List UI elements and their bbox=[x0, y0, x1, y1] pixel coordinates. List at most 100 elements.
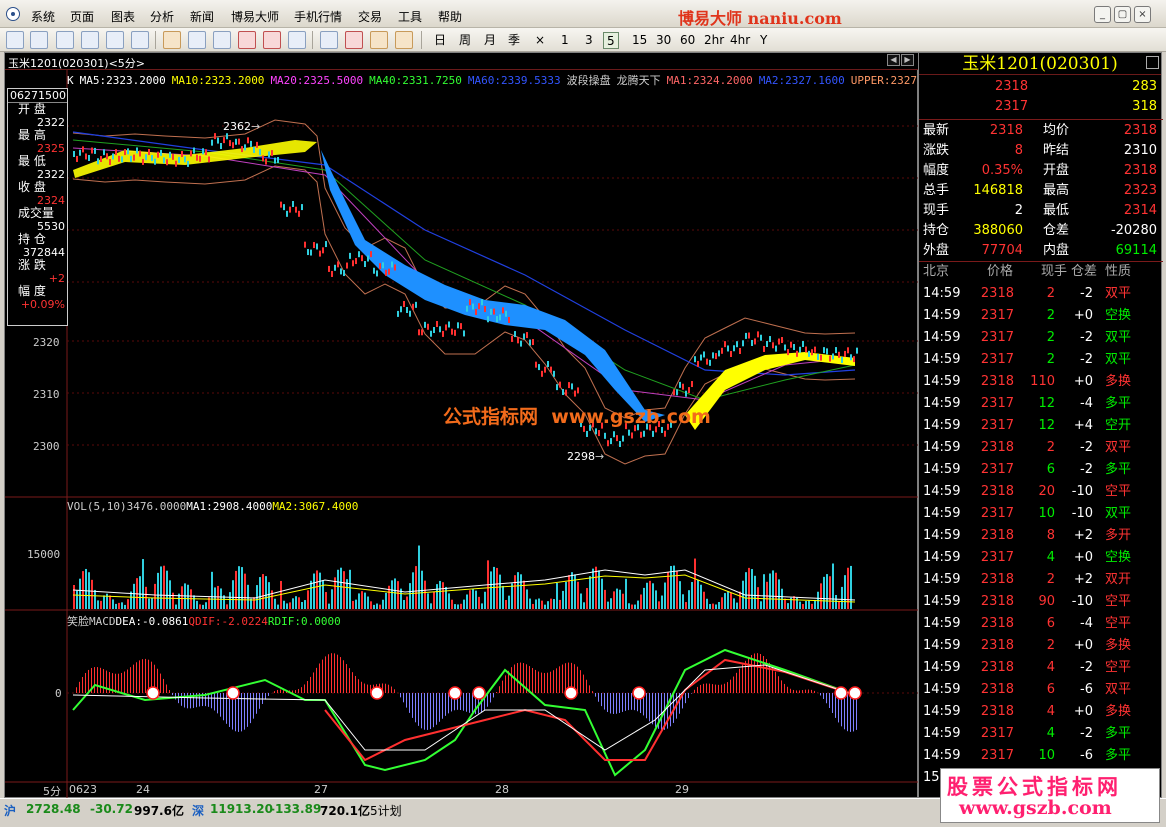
candle bbox=[796, 350, 798, 357]
menu-item[interactable]: 页面 bbox=[70, 8, 94, 25]
trade-row: 14:59 2318 2 -2 双平 bbox=[919, 437, 1163, 459]
menu-item[interactable]: 分析 bbox=[150, 8, 174, 25]
zoom-in-icon[interactable] bbox=[188, 31, 206, 49]
candle bbox=[787, 349, 789, 356]
trade-nature: 空平 bbox=[1105, 616, 1132, 631]
volume-bar bbox=[475, 590, 477, 609]
expand-icon[interactable] bbox=[1146, 56, 1159, 69]
candle bbox=[823, 347, 825, 354]
trade-time: 14:59 bbox=[923, 462, 961, 477]
candle bbox=[277, 156, 279, 163]
table-icon[interactable] bbox=[106, 31, 124, 49]
macd-bar bbox=[136, 662, 137, 693]
volume-bar bbox=[616, 588, 618, 609]
volume-bar bbox=[493, 566, 495, 609]
prev-arrow-icon[interactable]: ◀ bbox=[887, 54, 900, 66]
indicator-icon[interactable] bbox=[238, 31, 256, 49]
period-button[interactable]: 60 bbox=[680, 32, 695, 49]
volume-bar bbox=[115, 603, 117, 609]
close-button[interactable]: × bbox=[1134, 6, 1151, 23]
macd-bar bbox=[466, 693, 467, 712]
menu-item[interactable]: 新闻 bbox=[190, 8, 214, 25]
macd-bar bbox=[364, 683, 365, 693]
period-button[interactable]: Y bbox=[760, 32, 767, 49]
volume-bar bbox=[838, 601, 840, 609]
f10-icon[interactable] bbox=[131, 31, 149, 49]
candle bbox=[484, 306, 486, 313]
volume-bar bbox=[514, 575, 516, 609]
volume-bar bbox=[754, 575, 756, 609]
macd-bar bbox=[808, 689, 809, 693]
minimize-button[interactable]: _ bbox=[1094, 6, 1111, 23]
menu-item[interactable]: 工具 bbox=[398, 8, 422, 25]
volume-bar bbox=[268, 582, 270, 609]
candle bbox=[157, 151, 159, 158]
menu-item[interactable]: 手机行情 bbox=[294, 8, 342, 25]
export-icon[interactable] bbox=[263, 31, 281, 49]
flash-icon[interactable] bbox=[395, 31, 413, 49]
macd-bar bbox=[592, 691, 593, 693]
candle bbox=[475, 308, 477, 315]
list-icon[interactable] bbox=[81, 31, 99, 49]
macd-bar bbox=[604, 693, 605, 710]
system-menu-icon[interactable] bbox=[6, 7, 20, 21]
trade-nature: 多换 bbox=[1105, 704, 1132, 719]
period-button[interactable]: 30 bbox=[656, 32, 671, 49]
refresh-icon[interactable] bbox=[163, 31, 181, 49]
macd-bar bbox=[760, 653, 761, 693]
alarm-icon[interactable] bbox=[345, 31, 363, 49]
line-chart-icon[interactable] bbox=[30, 31, 48, 49]
period-button[interactable]: 5 bbox=[603, 32, 619, 49]
period-button[interactable]: 日 bbox=[434, 32, 446, 49]
trade-price: 2318 bbox=[980, 704, 1014, 719]
volume-bar bbox=[169, 580, 171, 609]
menu-item[interactable]: 图表 bbox=[111, 8, 135, 25]
macd-bar bbox=[121, 672, 122, 693]
menu-item[interactable]: 帮助 bbox=[438, 8, 462, 25]
candle bbox=[214, 133, 216, 140]
period-button[interactable]: 3 bbox=[585, 32, 593, 49]
volume-bar bbox=[478, 596, 480, 609]
colorful-icon[interactable] bbox=[370, 31, 388, 49]
volume-bar bbox=[403, 599, 405, 609]
trade-row: 14:59 2318 20 -10 空平 bbox=[919, 481, 1163, 503]
restore-button[interactable]: ▢ bbox=[1114, 6, 1131, 23]
menu-item[interactable]: 交易 bbox=[358, 8, 382, 25]
candle bbox=[103, 149, 105, 156]
volume-bar bbox=[466, 594, 468, 609]
macd-bar bbox=[307, 680, 308, 693]
volume-bar bbox=[352, 600, 354, 609]
candle bbox=[790, 341, 792, 348]
menu-item[interactable]: 博易大师 bbox=[231, 8, 279, 25]
period-button[interactable]: 4hr bbox=[730, 32, 750, 49]
zoom-out-icon[interactable] bbox=[213, 31, 231, 49]
trade-vol: 20 bbox=[1038, 484, 1055, 499]
period-button[interactable]: × bbox=[535, 32, 545, 49]
menu-item[interactable]: 系统 bbox=[31, 8, 55, 25]
trade-row: 14:59 2318 90 -10 空平 bbox=[919, 591, 1163, 613]
period-button[interactable]: 周 bbox=[459, 32, 471, 49]
period-button[interactable]: 2hr bbox=[704, 32, 724, 49]
period-button[interactable]: 月 bbox=[484, 32, 496, 49]
candle bbox=[556, 384, 558, 391]
indicator-value: MA2:2327.1600 bbox=[758, 74, 845, 87]
period-button[interactable]: 1 bbox=[561, 32, 569, 49]
candle bbox=[286, 210, 288, 217]
trade-vol: 12 bbox=[1038, 418, 1055, 433]
back-icon[interactable] bbox=[6, 31, 24, 49]
candle bbox=[793, 344, 795, 351]
volume-bar bbox=[685, 602, 687, 609]
grid-icon[interactable] bbox=[56, 31, 74, 49]
draw-icon[interactable] bbox=[320, 31, 338, 49]
window-icon[interactable] bbox=[288, 31, 306, 49]
candle bbox=[763, 345, 765, 352]
volume-bar bbox=[460, 603, 462, 609]
period-button[interactable]: 15 bbox=[632, 32, 647, 49]
chart-plot[interactable] bbox=[5, 70, 919, 799]
macd-bar bbox=[358, 679, 359, 693]
indicator-value: MA60:2339.5333 bbox=[467, 74, 561, 87]
period-button[interactable]: 季 bbox=[508, 32, 520, 49]
volume-bar bbox=[691, 582, 693, 609]
next-arrow-icon[interactable]: ▶ bbox=[901, 54, 914, 66]
volume-bar bbox=[694, 558, 696, 609]
